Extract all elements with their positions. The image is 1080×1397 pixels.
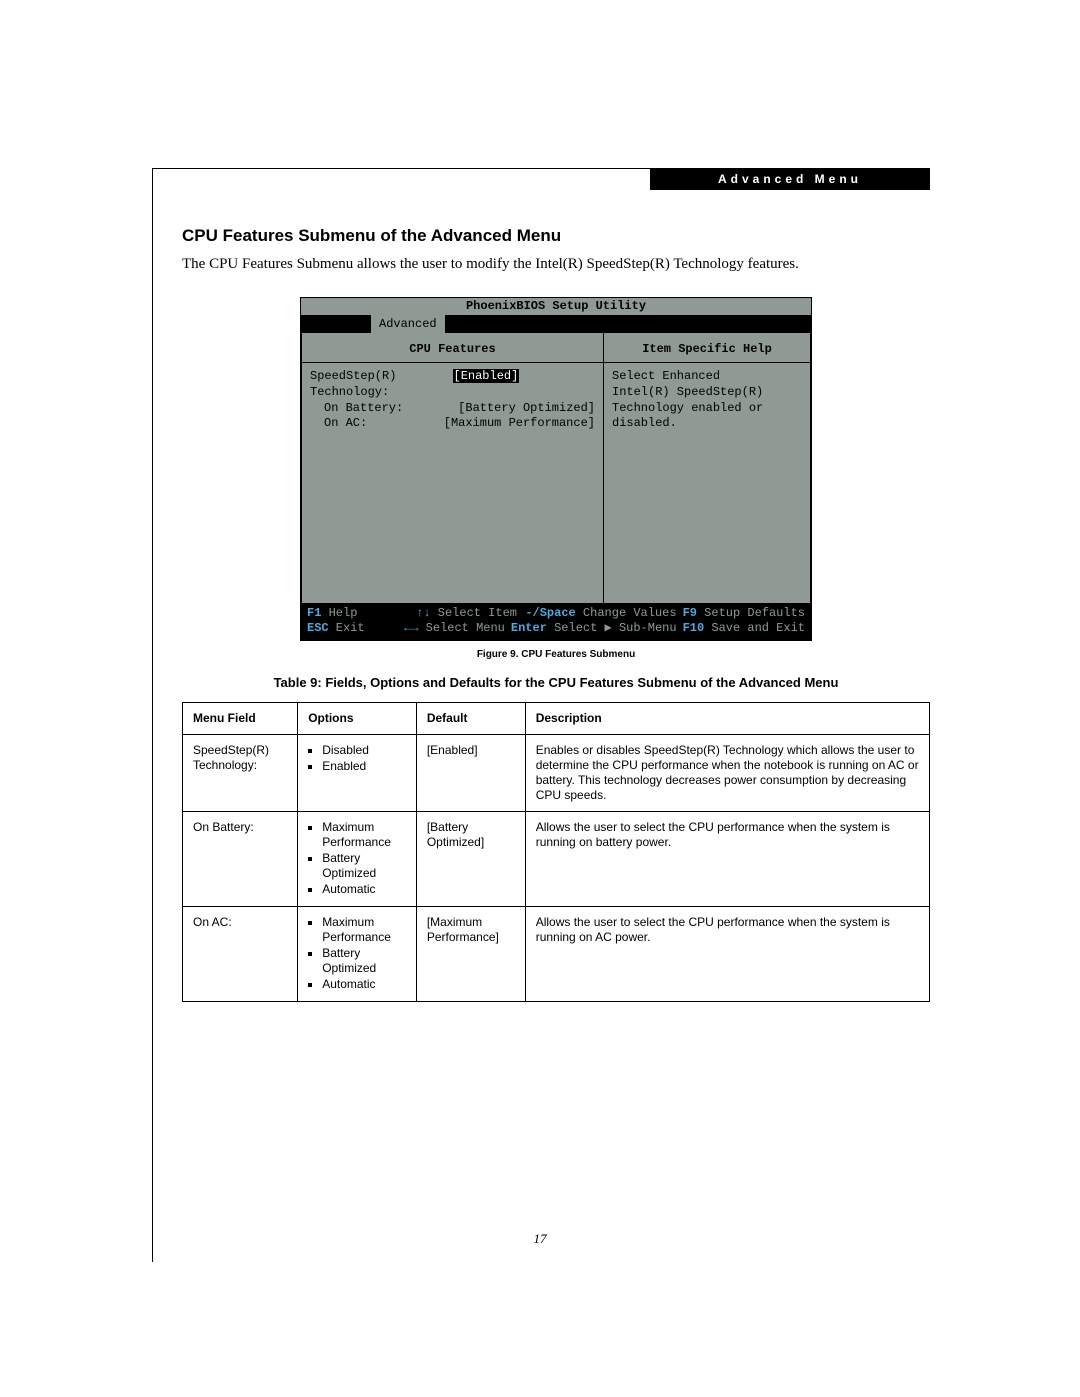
left-rule: [152, 168, 153, 1262]
option-item: Automatic: [322, 882, 406, 897]
cell-default: [Maximum Performance]: [416, 906, 525, 1001]
option-item: Battery Optimized: [322, 946, 406, 976]
bios-field-value: [Maximum Performance]: [444, 416, 595, 432]
cell-field: On AC:: [183, 906, 298, 1001]
bios-footer: F1 Help↑↓ Select Item-/Space Change Valu…: [301, 603, 811, 640]
bios-left-header: CPU Features: [310, 338, 595, 364]
cell-description: Allows the user to select the CPU perfor…: [525, 811, 929, 906]
cell-default: [Battery Optimized]: [416, 811, 525, 906]
option-item: Automatic: [322, 977, 406, 992]
cell-field: On Battery:: [183, 811, 298, 906]
bios-field-label: On AC:: [310, 416, 444, 432]
bios-title: PhoenixBIOS Setup Utility: [301, 298, 811, 315]
page-number: 17: [0, 1231, 1080, 1247]
table-header: Description: [525, 702, 929, 734]
cell-description: Allows the user to select the CPU perfor…: [525, 906, 929, 1001]
cell-default: [Enabled]: [416, 734, 525, 811]
table-row: On AC:Maximum PerformanceBattery Optimiz…: [183, 906, 930, 1001]
bios-tab-advanced: Advanced: [371, 315, 445, 333]
bios-field-label: SpeedStep(R) Technology:: [310, 369, 453, 400]
cell-field: SpeedStep(R) Technology:: [183, 734, 298, 811]
option-item: Disabled: [322, 743, 406, 758]
table-row: On Battery:Maximum PerformanceBattery Op…: [183, 811, 930, 906]
cell-options: DisabledEnabled: [298, 734, 417, 811]
bios-screenshot: PhoenixBIOS Setup Utility Advanced CPU F…: [300, 297, 812, 641]
page-title: CPU Features Submenu of the Advanced Men…: [182, 226, 930, 246]
option-item: Maximum Performance: [322, 820, 406, 850]
cell-options: Maximum PerformanceBattery OptimizedAuto…: [298, 811, 417, 906]
option-item: Maximum Performance: [322, 915, 406, 945]
cell-options: Maximum PerformanceBattery OptimizedAuto…: [298, 906, 417, 1001]
fields-table: Menu FieldOptionsDefaultDescription Spee…: [182, 702, 930, 1002]
bios-help-text: Select EnhancedIntel(R) SpeedStep(R)Tech…: [612, 369, 802, 431]
table-header: Default: [416, 702, 525, 734]
cell-description: Enables or disables SpeedStep(R) Technol…: [525, 734, 929, 811]
table-header: Options: [298, 702, 417, 734]
bios-field-value: [Enabled]: [453, 369, 596, 400]
section-badge: Advanced Menu: [650, 168, 930, 190]
table-row: SpeedStep(R) Technology:DisabledEnabled[…: [183, 734, 930, 811]
option-item: Enabled: [322, 759, 406, 774]
bios-right-header: Item Specific Help: [612, 338, 802, 364]
figure-caption: Figure 9. CPU Features Submenu: [182, 649, 930, 661]
table-header: Menu Field: [183, 702, 298, 734]
table-title: Table 9: Fields, Options and Defaults fo…: [182, 675, 930, 692]
bios-field-label: On Battery:: [310, 401, 458, 417]
option-item: Battery Optimized: [322, 851, 406, 881]
intro-paragraph: The CPU Features Submenu allows the user…: [182, 254, 930, 274]
bios-field-value: [Battery Optimized]: [458, 401, 595, 417]
